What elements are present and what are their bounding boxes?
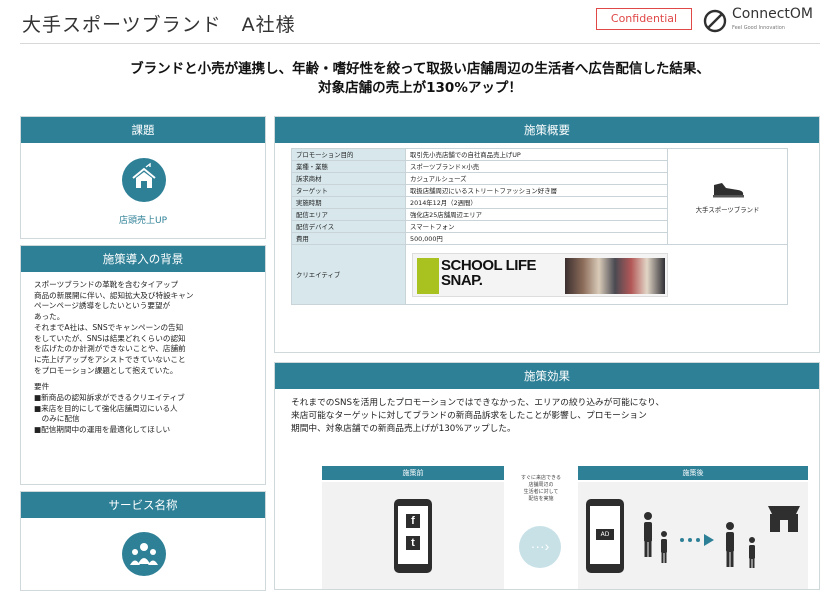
row-value: カジュアルシューズ [405,172,668,185]
row-label: プロモーション目的 [291,148,406,161]
overview-table: プロモーション目的 取引先小売店舗での自社商品売上げUP 大手スポーツブランド … [291,148,788,305]
background-line: を広げたのか計測ができないことや、店舗前 [34,344,186,354]
before-label: 施策前 [322,466,504,480]
row-value: 500,000円 [405,232,668,245]
before-phone: f t [394,499,432,573]
issue-title: 課題 [21,117,265,143]
row-value: 強化店25店舗周辺エリア [405,208,668,221]
service-panel: サービス名称 [20,491,266,591]
after-illustration: AD [578,482,808,589]
creative-cell: SCHOOL LIFE SNAP. [405,244,788,305]
overview-title: 施策概要 [275,117,819,143]
background-line: あった。 [34,312,65,322]
headline-line-2: 対象店舗の売上が130%アップ！ [318,80,522,96]
requirements-heading: 要件 [34,382,50,392]
page-title: 大手スポーツブランド A社様 [22,14,296,36]
row-label: 配信エリア [291,208,406,221]
shoe-icon [712,183,744,198]
background-line: をしていたが、SNSは結果どれくらいの認知 [34,333,186,343]
creative-label: クリエイティブ [291,244,406,305]
result-title: 施策効果 [275,363,819,389]
logo-subtext: Feel Good Innovation [732,25,785,31]
issue-caption: 店頭売上UP [118,216,167,226]
transition-text: すぐに来店できる 店舗周辺の 生活者に対して 配信を実施 [509,475,573,503]
creative-banner: SCHOOL LIFE SNAP. [412,252,668,297]
result-line: それまでのSNSを活用したプロモーションではできなかった、エリアの絞り込みが可能… [291,398,665,408]
after-phone: AD [586,499,624,573]
connectom-logo: ConnectOM Feel Good Innovation [702,4,836,38]
store-sales-icon [122,158,166,202]
result-panel: 施策効果 それまでのSNSを活用したプロモーションではできなかった、エリアの絞り… [274,362,820,590]
brand-cell: 大手スポーツブランド [667,148,788,245]
brand-name: 大手スポーツブランド [695,206,760,214]
transition-line: 店舗周辺の [528,482,554,488]
facebook-icon: f [406,514,420,528]
service-title: サービス名称 [21,492,265,518]
people-arrow-icon [644,506,800,568]
overview-panel: 施策概要 プロモーション目的 取引先小売店舗での自社商品売上げUP 大手スポーツ… [274,116,820,353]
banner-line-1: SCHOOL LIFE [441,256,537,274]
row-value: 2014年12月（2週間） [405,196,668,209]
arrow-circle-icon: ···› [519,526,561,568]
transition-line: 配信を実施 [528,496,554,502]
background-line: それまでA社は、SNSでキャンペーンの告知 [34,322,184,332]
confidential-badge: Confidential [596,8,692,30]
row-label: 配信デバイス [291,220,406,233]
phone-screen: AD [590,506,620,564]
background-line: に売上げアップをアシストできていないこと [34,354,186,364]
phone-screen: f t [398,506,428,564]
requirement-item: ■配信期間中の運用を最適化してほしい [34,425,171,435]
header-divider [20,43,820,44]
row-label: 実施時期 [291,196,406,209]
headline-line-1: ブランドと小売が連携し、年齢・嗜好性を絞って取扱い店舗周辺の生活者へ広告配信した… [130,61,710,77]
result-line: 期間中、対象店舗での新商品売上げが130%アップした。 [291,424,516,434]
requirement-item: ■新商品の認知訴求ができるクリエイティブ [34,393,185,403]
page-header: 大手スポーツブランド A社様 Confidential ConnectOM Fe… [0,0,840,48]
ad-badge: AD [596,529,614,540]
logo-mark-icon [703,9,727,33]
row-value: スポーツブランド×小売 [405,160,668,173]
background-line: ペーンページ誘導をしたいという要望が [34,301,171,311]
transition-line: 生活者に対して [523,489,559,495]
background-text: スポーツブランドの革靴を含むタイアップ 商品の新展開に伴い、認知拡大及び特設キャ… [34,280,254,436]
transition-line: すぐに来店できる [521,475,561,481]
row-label: 費用 [291,232,406,245]
row-value: スマートフォン [405,220,668,233]
requirement-item: のみに配信 [34,414,80,424]
banner-photo [565,257,665,294]
background-line: をプロモーション課題として抱えていた。 [34,365,178,375]
banner-headline: SCHOOL LIFE SNAP. [441,256,537,289]
requirement-item: ■来店を目的にして強化店舗周辺にいる人 [34,403,178,413]
row-value: 取引先小売店舗での自社商品売上げUP [405,148,668,161]
row-value: 取扱店舗周辺にいるストリートファッション好き層 [405,184,668,197]
result-text: それまでのSNSを活用したプロモーションではできなかった、エリアの絞り込みが可能… [291,397,815,436]
logo-text: ConnectOM [732,6,813,22]
background-line: 商品の新展開に伴い、認知拡大及び特設キャン [34,290,194,300]
banner-green-block [417,257,439,294]
background-line: スポーツブランドの革靴を含むタイアップ [34,280,179,289]
headline: ブランドと小売が連携し、年齢・嗜好性を絞って取扱い店舗周辺の生活者へ広告配信した… [60,60,780,98]
before-illustration: f t [322,482,504,589]
issue-panel: 課題 店頭売上UP [20,116,266,239]
twitter-icon: t [406,536,420,550]
result-line: 来店可能なターゲットに対してブランドの新商品訴求をしたことが影響し、プロモーショ… [291,411,647,421]
after-label: 施策後 [578,466,808,480]
background-title: 施策導入の背景 [21,246,265,272]
creative-row: クリエイティブ SCHOOL LIFE SNAP. [291,244,788,305]
banner-line-2: SNAP. [441,271,483,289]
row-label: ターゲット [291,184,406,197]
background-panel: 施策導入の背景 スポーツブランドの革靴を含むタイアップ 商品の新展開に伴い、認知… [20,245,266,485]
people-service-icon [122,532,166,576]
row-label: 訴求商材 [291,172,406,185]
table-row: プロモーション目的 取引先小売店舗での自社商品売上げUP 大手スポーツブランド [291,148,788,245]
row-label: 業種・業態 [291,160,406,173]
